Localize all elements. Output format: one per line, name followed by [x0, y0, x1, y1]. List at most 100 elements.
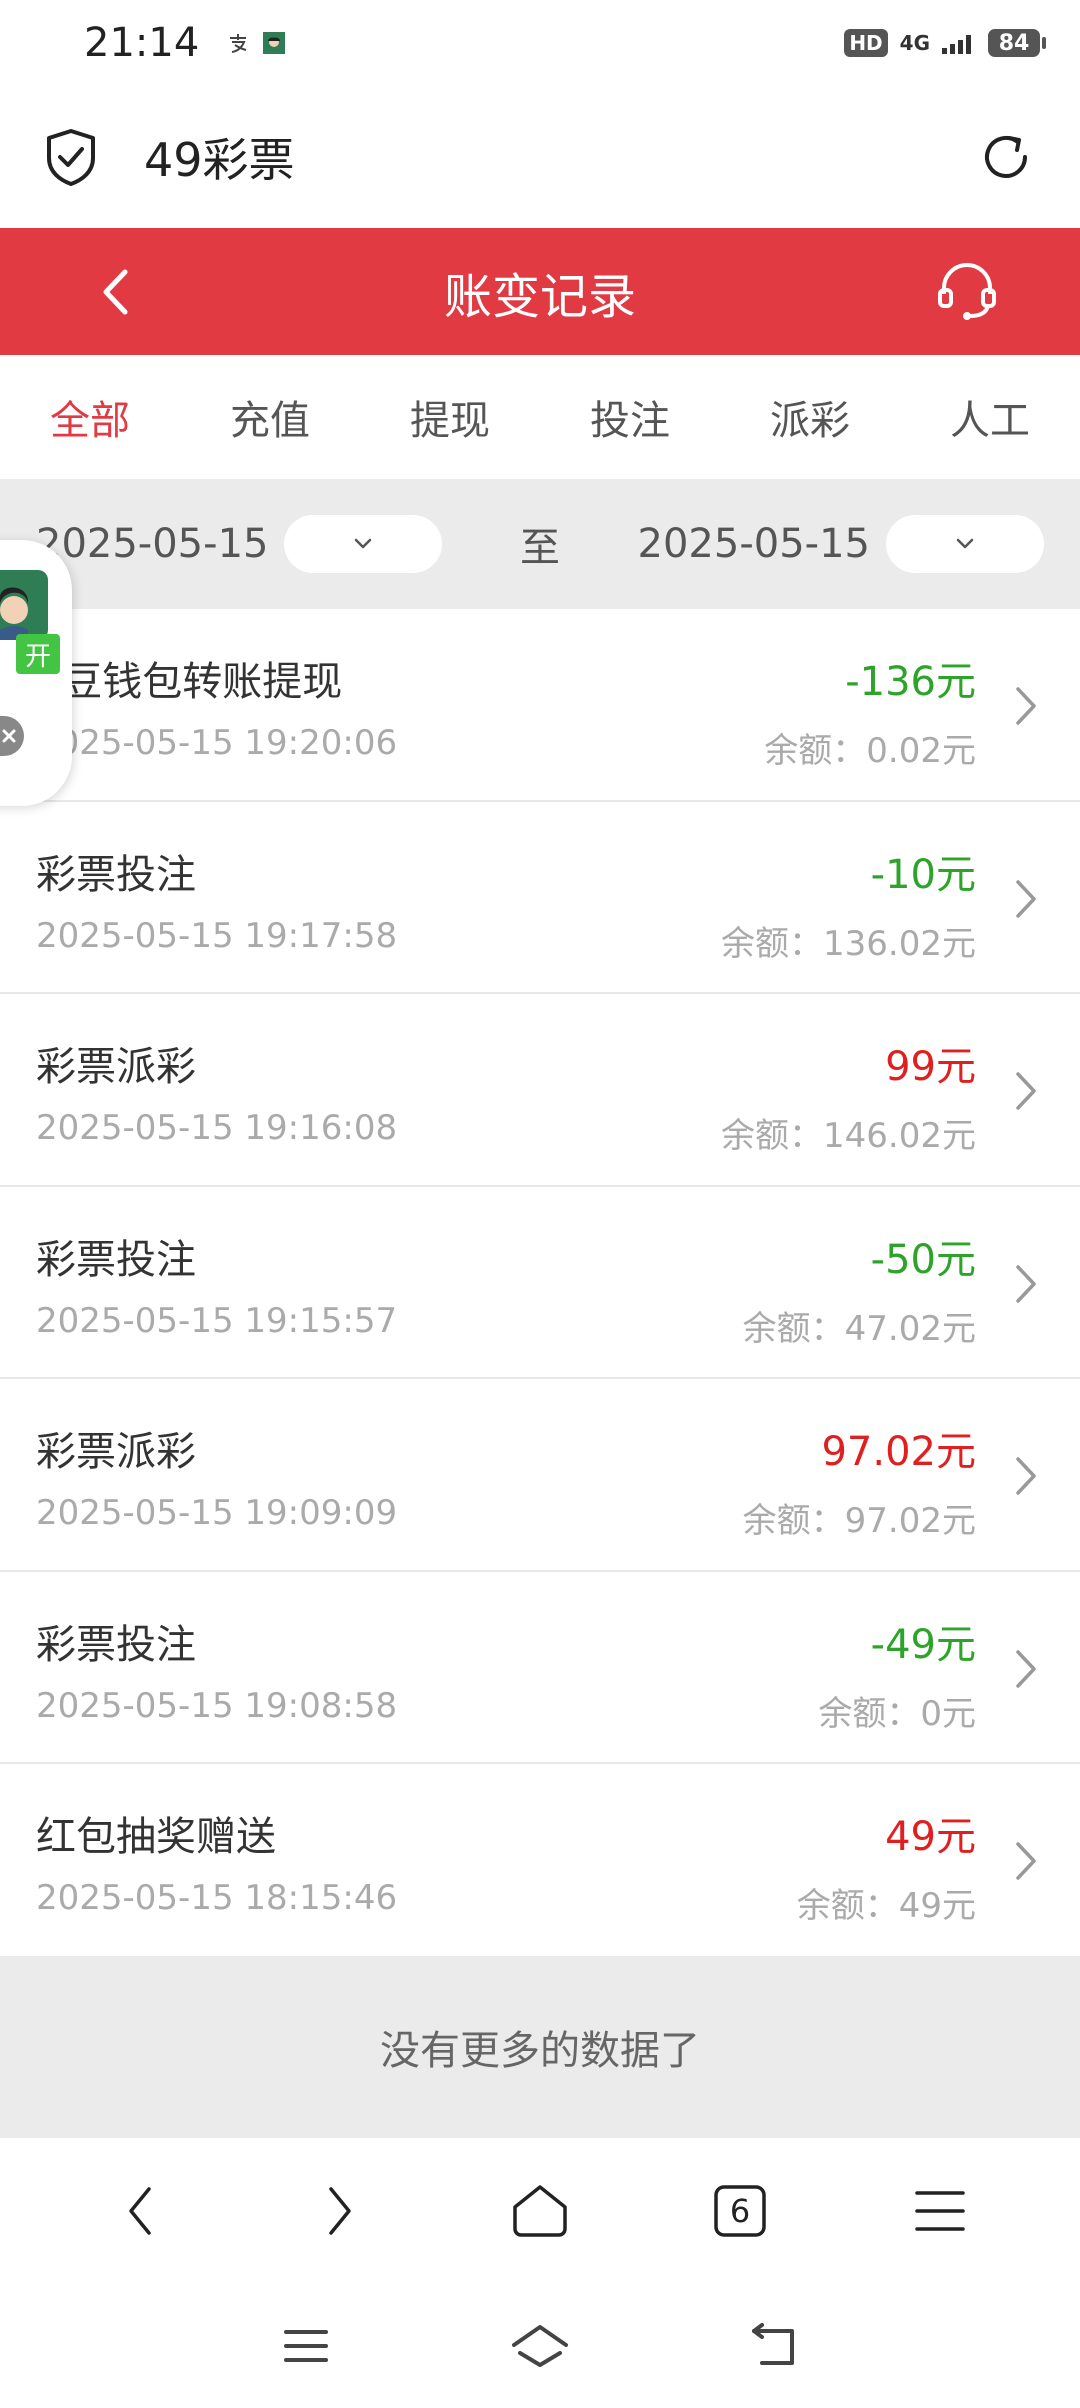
record-balance: 余额：47.02元: [742, 1308, 976, 1349]
refresh-button[interactable]: [976, 127, 1036, 187]
chevron-right-icon: [1016, 1264, 1036, 1303]
browser-back-button[interactable]: [100, 2171, 180, 2251]
status-system-icons: HD 4G 84: [844, 29, 1046, 57]
record-name: K豆钱包转账提现: [36, 659, 343, 705]
tab-recharge[interactable]: 充值: [230, 388, 310, 446]
end-date[interactable]: 2025-05-15: [638, 521, 870, 567]
chevron-down-icon: [355, 538, 372, 549]
page-title: 账变记录: [443, 268, 636, 325]
record-time: 2025-05-15 19:08:58: [36, 1685, 398, 1726]
browser-tabs-button[interactable]: 6: [700, 2171, 780, 2251]
avatar[interactable]: [0, 570, 48, 640]
tab-withdraw[interactable]: 提现: [410, 388, 490, 446]
record-time: 2025-05-15 18:15:46: [36, 1878, 398, 1918]
record-amount: -136元: [845, 659, 976, 705]
customer-service-icon[interactable]: [934, 258, 1000, 324]
list-item[interactable]: 彩票投注 2025-05-15 19:15:57 -50元 余额：47.02元: [0, 1186, 1080, 1379]
start-date-dropdown[interactable]: [284, 515, 443, 573]
tab-bet[interactable]: 投注: [590, 388, 670, 446]
record-balance: 余额：146.02元: [721, 1116, 976, 1156]
system-back-button[interactable]: [742, 2314, 806, 2378]
record-balance: 余额：0元: [818, 1693, 976, 1734]
open-button[interactable]: 开: [16, 634, 60, 674]
close-icon: [2, 729, 16, 743]
floating-widget[interactable]: 开: [0, 540, 72, 806]
system-navigation-bar: [0, 2284, 1080, 2408]
back-button[interactable]: [90, 262, 140, 322]
tab-count: 6: [729, 2192, 751, 2230]
status-bar: 21:14 HD 4G 84: [0, 0, 1080, 86]
end-date-dropdown[interactable]: [886, 515, 1044, 573]
menu-icon: [284, 2330, 328, 2362]
date-filter: 2025-05-15 至 2025-05-15: [0, 479, 1080, 609]
record-balance: 余额：49元: [796, 1886, 976, 1926]
home-icon: [512, 2325, 568, 2367]
site-title: 49彩票: [144, 133, 295, 187]
list-item[interactable]: 彩票派彩 2025-05-15 19:16:08 99元 余额：146.02元: [0, 994, 1080, 1187]
chevron-left-icon: [129, 2187, 151, 2235]
start-date[interactable]: 2025-05-15: [36, 521, 268, 567]
home-icon: [513, 2185, 567, 2237]
collapse-widget-button[interactable]: [0, 716, 24, 756]
shield-check-icon[interactable]: [44, 128, 98, 186]
status-time: 21:14: [84, 20, 200, 66]
transaction-list: K豆钱包转账提现 2025-05-15 19:20:06 -136元 余额：0.…: [0, 609, 1080, 1957]
tab-manual[interactable]: 人工: [950, 388, 1030, 446]
browser-forward-button[interactable]: [300, 2171, 380, 2251]
app-avatar-notification-icon: [263, 32, 286, 54]
chevron-right-icon: [1016, 1842, 1036, 1880]
record-amount: 49元: [885, 1814, 976, 1860]
record-amount: -50元: [870, 1236, 976, 1283]
system-home-button[interactable]: [508, 2314, 572, 2378]
menu-icon: [915, 2191, 965, 2231]
tab-payout[interactable]: 派彩: [770, 388, 850, 446]
list-item[interactable]: 红包抽奖赠送 2025-05-15 18:15:46 49元 余额：49元: [0, 1764, 1080, 1957]
refresh-icon: [985, 136, 1027, 178]
list-item[interactable]: 彩票投注 2025-05-15 19:08:58 -49元 余额：0元: [0, 1571, 1080, 1764]
record-time: 2025-05-15 19:20:06: [36, 723, 398, 763]
page-header: 账变记录: [0, 228, 1080, 355]
list-item[interactable]: 彩票派彩 2025-05-15 19:09:09 97.02元 余额：97.02…: [0, 1379, 1080, 1572]
signal-icon: [942, 35, 971, 54]
chevron-right-icon: [1016, 1072, 1036, 1110]
record-balance: 余额：0.02元: [764, 731, 976, 771]
record-balance: 余额：136.02元: [721, 923, 976, 964]
battery-icon: 84: [988, 29, 1046, 57]
record-amount: 97.02元: [821, 1429, 976, 1475]
browser-home-button[interactable]: [500, 2171, 580, 2251]
date-separator: 至: [520, 525, 560, 571]
record-name: 彩票派彩: [36, 1429, 196, 1475]
record-balance: 余额：97.02元: [742, 1501, 976, 1541]
chevron-down-icon: [956, 538, 974, 549]
record-time: 2025-05-15 19:16:08: [36, 1108, 398, 1148]
record-name: 彩票投注: [36, 1621, 196, 1668]
record-time: 2025-05-15 19:15:57: [36, 1300, 398, 1341]
chevron-right-icon: [329, 2187, 351, 2235]
record-amount: 99元: [885, 1044, 976, 1090]
tab-all[interactable]: 全部: [50, 388, 130, 446]
record-amount: -10元: [870, 851, 976, 898]
filter-tabs: 全部 充值 提现 投注 派彩 人工: [0, 355, 1080, 479]
list-item[interactable]: K豆钱包转账提现 2025-05-15 19:20:06 -136元 余额：0.…: [0, 609, 1080, 802]
record-time: 2025-05-15 19:09:09: [36, 1493, 398, 1533]
chevron-right-icon: [1016, 1649, 1036, 1688]
end-of-list-message: 没有更多的数据了: [0, 1956, 1080, 2138]
record-name: 红包抽奖赠送: [36, 1814, 276, 1860]
avatar-image: [0, 587, 28, 640]
browser-title-bar: 49彩票: [0, 86, 1080, 228]
list-item[interactable]: 彩票投注 2025-05-15 19:17:58 -10元 余额：136.02元: [0, 801, 1080, 994]
record-name: 彩票投注: [36, 1236, 196, 1283]
back-icon: [752, 2323, 794, 2365]
chevron-left-icon: [103, 269, 128, 315]
browser-menu-button[interactable]: [900, 2171, 980, 2251]
recent-apps-button[interactable]: [274, 2314, 338, 2378]
record-time: 2025-05-15 19:17:58: [36, 915, 398, 956]
record-name: 彩票投注: [36, 851, 196, 898]
network-type: 4G: [899, 31, 930, 55]
chevron-right-icon: [1016, 1457, 1036, 1495]
status-notification-icons: [227, 32, 286, 54]
alipay-notification-icon: [230, 34, 247, 53]
chevron-right-icon: [1016, 879, 1036, 918]
record-name: 彩票派彩: [36, 1044, 196, 1090]
chevron-right-icon: [1016, 687, 1036, 725]
